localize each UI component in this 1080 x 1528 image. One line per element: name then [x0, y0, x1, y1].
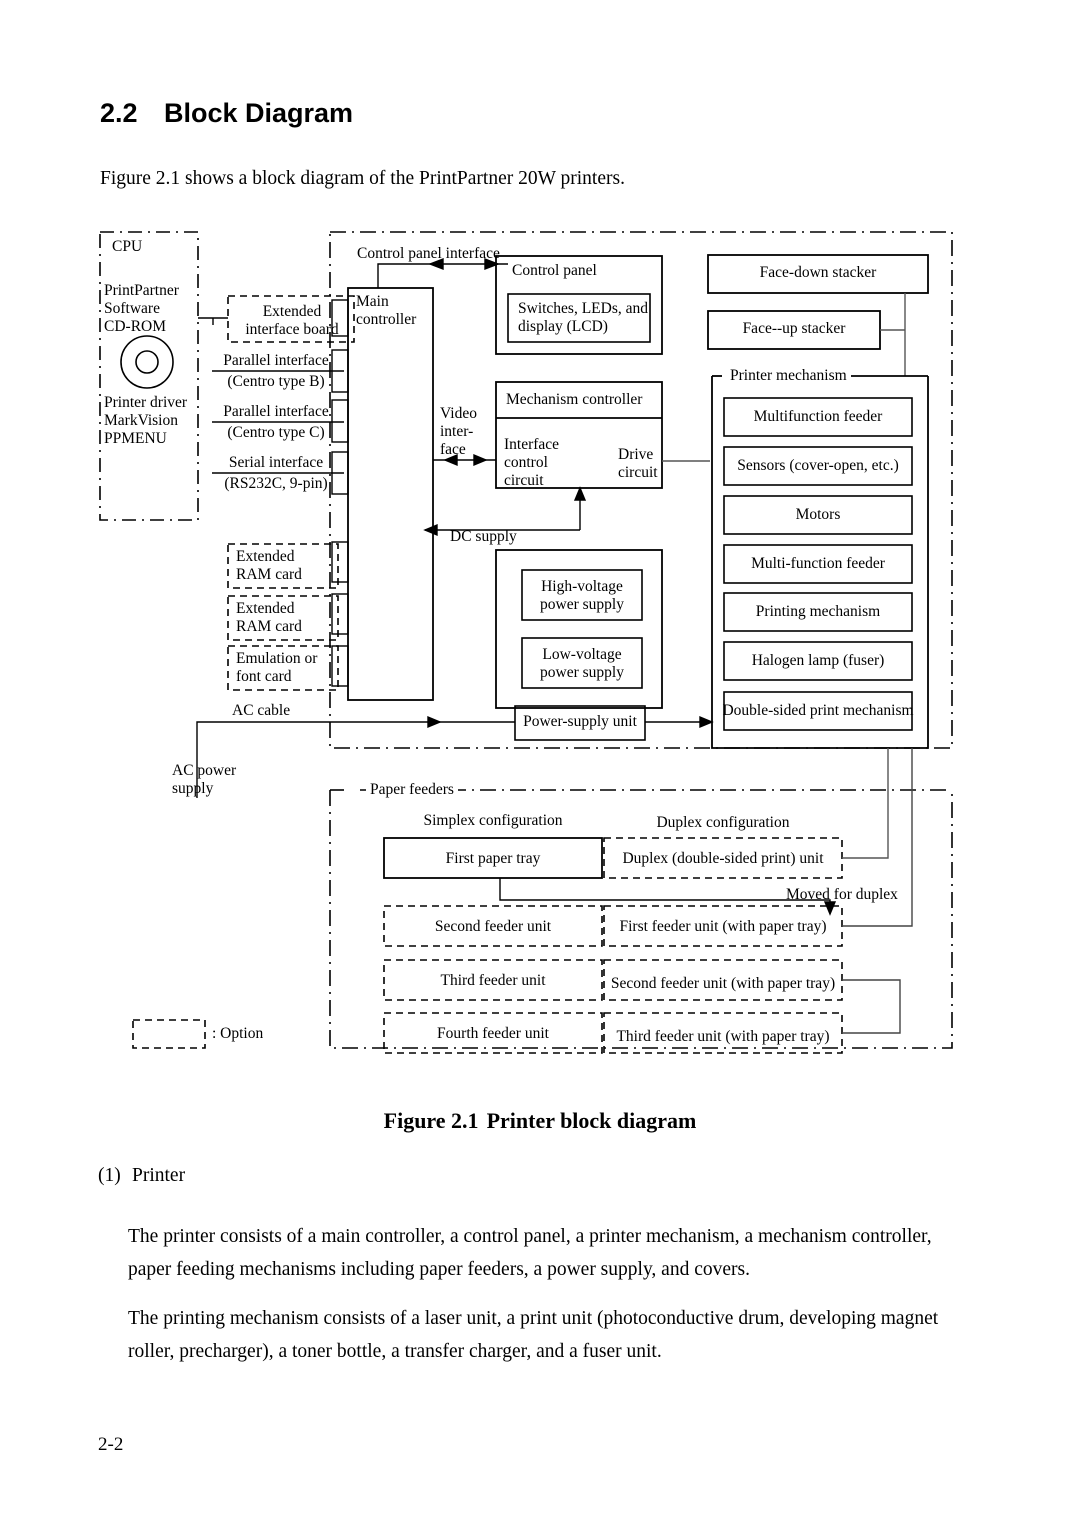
mechanism-item-printing-mechanism: Printing mechanism — [755, 603, 881, 620]
item-title: Printer — [132, 1165, 186, 1186]
interface-control-circuit-label: Interface control circuit — [504, 436, 560, 489]
document-page: 2.2 Block Diagram Figure 2.1 shows a bloc… — [0, 0, 1080, 1528]
interface-parallel-c-name: Parallel interface — [223, 403, 329, 420]
feeder-duplex-first: First feeder unit (with paper tray) — [619, 918, 827, 935]
feeder-duplex-unit: Duplex (double-sided print) unit — [622, 850, 824, 867]
simplex-configuration-header: Simplex configuration — [423, 812, 563, 829]
moved-for-duplex-label: Moved for duplex — [786, 886, 898, 903]
page-number: 2-2 — [98, 1434, 124, 1455]
control-panel-interface-label: Control panel interface — [357, 245, 500, 262]
printer-block-diagram: CPU PrintPartner Software CD-ROM Printer… — [0, 0, 1080, 1100]
interface-parallel-b-spec: (Centro type B) — [227, 373, 325, 390]
dc-supply-label: DC supply — [450, 528, 517, 545]
option-card-emulation-font: Emulation or font card — [236, 650, 318, 685]
item-heading: (1) Printer — [98, 1165, 185, 1187]
body-paragraph-2: The printing mechanism consists of a las… — [128, 1308, 939, 1362]
figure-caption: Figure 2.1 Printer block diagram — [0, 1108, 1080, 1134]
figure-caption-number: Figure 2.1 — [383, 1108, 479, 1133]
interface-parallel-b-name: Parallel interface — [223, 352, 329, 369]
mechanism-item-multi-function-feeder: Multi-function feeder — [751, 555, 885, 572]
item-number: (1) — [98, 1165, 121, 1186]
cpu-title: CPU — [112, 238, 143, 255]
main-controller-label: Main controller — [356, 293, 417, 328]
mechanism-item-double-sided-print: Double-sided print mechanism — [722, 702, 914, 719]
face-up-stacker-label: Face--up stacker — [742, 320, 846, 337]
option-card-extended-ram-2: Extended RAM card — [236, 600, 302, 635]
face-down-stacker-label: Face-down stacker — [759, 264, 877, 281]
body-paragraph-1: The printer consists of a main controlle… — [128, 1226, 932, 1280]
feeder-simplex-first-paper-tray: First paper tray — [445, 850, 541, 867]
control-panel-label: Control panel — [512, 262, 597, 279]
video-interface-label: Video inter- face — [440, 405, 477, 458]
cpu-driver-label: Printer driver MarkVision PPMENU — [104, 394, 188, 447]
interface-parallel-c-spec: (Centro type C) — [227, 424, 325, 441]
high-voltage-power-supply-label: High-voltage power supply — [540, 578, 624, 613]
feeder-simplex-second: Second feeder unit — [434, 918, 552, 935]
option-card-extended-ram-1: Extended RAM card — [236, 548, 302, 583]
paper-feeders-title: Paper feeders — [366, 781, 458, 799]
drive-circuit-label: Drive circuit — [618, 446, 658, 481]
mechanism-item-sensors: Sensors (cover-open, etc.) — [737, 457, 899, 474]
ac-power-supply-label: AC power supply — [172, 762, 237, 797]
printer-mechanism-title: Printer mechanism — [726, 367, 851, 385]
mechanism-item-motors: Motors — [795, 506, 841, 523]
feeder-duplex-second: Second feeder unit (with paper tray) — [610, 975, 836, 992]
figure-caption-title: Printer block diagram — [486, 1108, 697, 1133]
interface-serial-name: Serial interface — [228, 454, 324, 471]
mechanism-controller-label: Mechanism controller — [506, 391, 643, 408]
power-supply-unit-label: Power-supply unit — [523, 713, 637, 730]
interface-serial-spec: (RS232C, 9-pin) — [224, 475, 328, 492]
feeder-duplex-third: Third feeder unit (with paper tray) — [616, 1028, 830, 1045]
mechanism-item-multifunction-feeder: Multifunction feeder — [753, 408, 883, 425]
mechanism-item-halogen-lamp: Halogen lamp (fuser) — [751, 652, 885, 669]
duplex-configuration-header: Duplex configuration — [656, 814, 790, 831]
feeder-simplex-fourth: Fourth feeder unit — [437, 1025, 549, 1042]
feeder-simplex-third: Third feeder unit — [440, 972, 546, 989]
ac-cable-label: AC cable — [232, 702, 291, 719]
legend-option-label: : Option — [212, 1025, 264, 1042]
control-panel-inner-label: Switches, LEDs, and display (LCD) — [518, 300, 649, 335]
cpu-software-label: PrintPartner Software CD-ROM — [104, 282, 179, 335]
option-card-extended-interface-board: Extended interface board — [245, 303, 339, 338]
low-voltage-power-supply-label: Low-voltage power supply — [540, 646, 624, 681]
